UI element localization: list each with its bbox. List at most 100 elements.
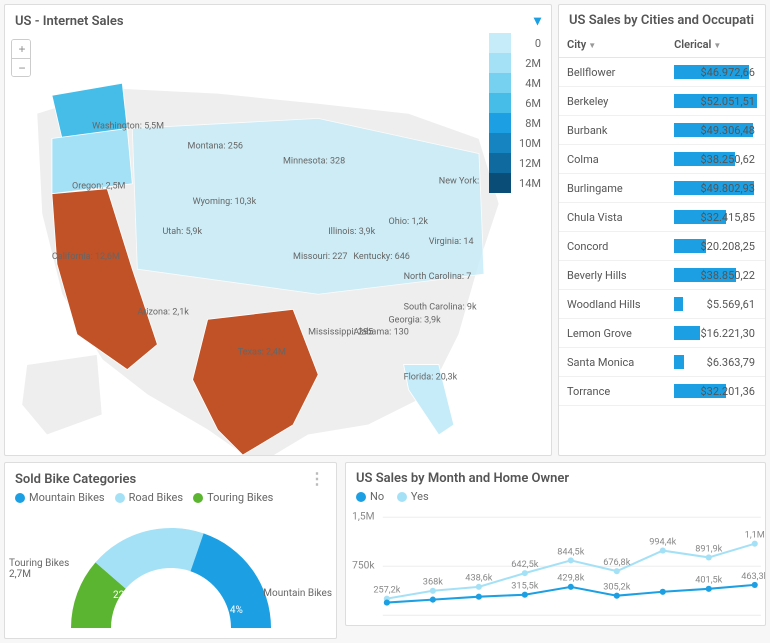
- legend-row: 10M: [489, 133, 541, 153]
- bar-cell: $46.972,66: [674, 63, 757, 81]
- mountain-label: Mountain Bikes: [263, 588, 332, 599]
- ytick: 750k: [352, 560, 375, 571]
- zoom-in-button[interactable]: +: [12, 40, 31, 58]
- pie-title: Sold Bike Categories: [15, 472, 136, 487]
- point-label: 429,8k: [557, 573, 584, 584]
- state-label: Utah: 5,9k: [162, 227, 202, 237]
- data-point[interactable]: [614, 568, 620, 574]
- touring-label: Touring Bikes: [9, 558, 69, 569]
- legend-row: 6M: [489, 93, 541, 113]
- city-cell: Concord: [559, 232, 666, 261]
- city-cell: Burbank: [559, 116, 666, 145]
- data-point[interactable]: [430, 588, 436, 594]
- mountain-pct: 42.4%: [216, 605, 243, 616]
- state-label: Ohio: 1,2k: [389, 217, 429, 227]
- data-point[interactable]: [522, 592, 528, 598]
- legend-item: Mountain Bikes: [15, 491, 105, 504]
- point-label: 368k: [423, 577, 443, 588]
- line-title: US Sales by Month and Home Owner: [356, 471, 569, 486]
- bar-cell: $38.250,62: [674, 150, 757, 168]
- data-point[interactable]: [752, 541, 758, 547]
- data-point[interactable]: [568, 557, 574, 563]
- data-point[interactable]: [522, 570, 528, 576]
- table-row[interactable]: Santa Monica$6.363,79: [559, 348, 765, 377]
- point-label: 891,9k: [695, 543, 722, 554]
- data-point[interactable]: [614, 593, 620, 599]
- point-label: 305,2k: [603, 582, 630, 593]
- table-row[interactable]: Chula Vista $32.415,85: [559, 203, 765, 232]
- legend-yes: Yes: [411, 490, 429, 503]
- state-label: Wyoming: 10,3k: [193, 197, 257, 207]
- table-row[interactable]: Concord$20.208,25: [559, 232, 765, 261]
- state-label: Washington: 5,5M: [92, 121, 164, 131]
- point-label: 1,1M: [745, 530, 765, 541]
- state-label: California: 12,6M: [52, 252, 120, 262]
- data-point[interactable]: [706, 586, 712, 592]
- bar-cell: $5.569,61: [674, 295, 757, 313]
- city-cell: Burlingame: [559, 174, 666, 203]
- city-cell: Woodland Hills: [559, 290, 666, 319]
- city-cell: Chula Vista: [559, 203, 666, 232]
- pie-legend: Mountain BikesRoad BikesTouring Bikes: [5, 491, 336, 508]
- state-label: Minnesota: 328: [283, 157, 345, 167]
- city-cell: Colma: [559, 145, 666, 174]
- state-label: Oregon: 2,5M: [72, 182, 126, 192]
- city-cell: Berkeley: [559, 87, 666, 116]
- data-point[interactable]: [660, 589, 666, 595]
- table-row[interactable]: Beverly Hills$38.850,22: [559, 261, 765, 290]
- col-metric[interactable]: Clerical▼: [666, 32, 765, 58]
- table-panel: US Sales by Cities and Occupati City▼ Cl…: [558, 4, 766, 456]
- point-label: 642,5k: [511, 559, 538, 570]
- data-point[interactable]: [660, 548, 666, 554]
- legend-row: 2M: [489, 53, 541, 73]
- city-cell: Bellflower: [559, 58, 666, 87]
- point-label: 401,5k: [695, 575, 722, 586]
- table-row[interactable]: Woodland Hills $5.569,61: [559, 290, 765, 319]
- data-point[interactable]: [568, 584, 574, 590]
- state-label: Alabama: 130: [353, 327, 408, 337]
- line-panel: US Sales by Month and Home Owner No Yes …: [345, 462, 766, 626]
- bar-cell: $49.802,93: [674, 179, 757, 197]
- state-label: Arizona: 2,1k: [137, 307, 189, 317]
- ytick: 1,5M: [352, 511, 374, 522]
- sort-icon: ▼: [713, 41, 721, 50]
- table-row[interactable]: Torrance$32.201,36: [559, 377, 765, 406]
- state-label: South Carolina: 9k: [404, 302, 477, 312]
- point-label: 676,8k: [603, 557, 630, 568]
- zoom-out-button[interactable]: −: [12, 58, 31, 76]
- touring-value: 2,7M: [9, 569, 31, 580]
- filter-icon[interactable]: ▾: [534, 13, 541, 29]
- table-row[interactable]: Burbank$49.306,48: [559, 116, 765, 145]
- donut-chart[interactable]: Touring Bikes 2,7M Mountain Bikes 22.5% …: [5, 508, 336, 638]
- legend-item: Touring Bikes: [193, 491, 273, 504]
- point-label: 315,5k: [511, 581, 538, 592]
- table-row[interactable]: Lemon Grove$16.221,30: [559, 319, 765, 348]
- data-point[interactable]: [384, 600, 390, 606]
- city-cell: Torrance: [559, 377, 666, 406]
- table-row[interactable]: Bellflower $46.972,66: [559, 58, 765, 87]
- data-point[interactable]: [430, 597, 436, 603]
- table-row[interactable]: Colma $38.250,62: [559, 145, 765, 174]
- city-cell: Lemon Grove: [559, 319, 666, 348]
- col-city[interactable]: City▼: [559, 32, 666, 58]
- legend-row: 0: [489, 33, 541, 53]
- state-label: North Carolina: 7: [404, 272, 472, 282]
- touring-pct: 22.5%: [113, 590, 140, 601]
- data-point[interactable]: [476, 584, 482, 590]
- state-label: Florida: 20,3k: [404, 373, 458, 383]
- cities-table: City▼ Clerical▼ Bellflower $46.972,66 Berk…: [559, 32, 765, 406]
- table-row[interactable]: Burlingame $49.802,93: [559, 174, 765, 203]
- state-label: Illinois: 3,9k: [328, 227, 375, 237]
- table-row[interactable]: Berkeley$52.051,51: [559, 87, 765, 116]
- legend-row: 14M: [489, 173, 541, 193]
- zoom-control: + −: [11, 39, 31, 77]
- line-chart[interactable]: 1,5M 750k 257,2k368k438,6k642,5k844,5k67…: [346, 507, 765, 619]
- state-label: Virginia: 14: [429, 237, 474, 247]
- us-map[interactable]: Washington: 5,5MMontana: 256Minnesota: 3…: [5, 33, 551, 455]
- data-point[interactable]: [476, 594, 482, 600]
- data-point[interactable]: [752, 582, 758, 588]
- data-point[interactable]: [706, 554, 712, 560]
- sort-icon: ▼: [588, 41, 596, 50]
- bar-cell: $32.415,85: [674, 208, 757, 226]
- more-icon[interactable]: ⋮: [309, 471, 326, 487]
